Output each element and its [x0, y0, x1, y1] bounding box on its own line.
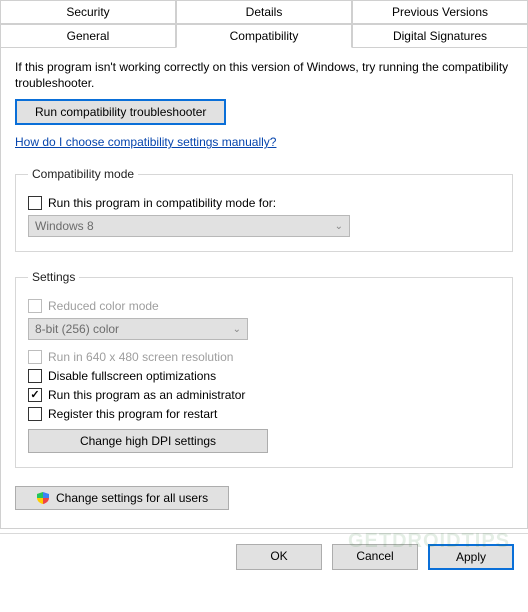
color-mode-select-value: 8-bit (256) color	[35, 322, 119, 336]
register-restart-checkbox[interactable]	[28, 407, 42, 421]
run-as-admin-label: Run this program as an administrator	[48, 388, 245, 402]
compat-mode-checkbox[interactable]	[28, 196, 42, 210]
tab-compatibility[interactable]: Compatibility	[176, 24, 352, 48]
run-troubleshooter-button[interactable]: Run compatibility troubleshooter	[15, 99, 226, 125]
dialog-footer: OK Cancel Apply	[0, 533, 528, 570]
intro-text: If this program isn't working correctly …	[15, 59, 513, 91]
reduced-color-checkbox	[28, 299, 42, 313]
tab-details[interactable]: Details	[176, 0, 352, 24]
run-640-label: Run in 640 x 480 screen resolution	[48, 350, 233, 364]
tab-strip: Security Details Previous Versions Gener…	[0, 0, 528, 48]
compat-mode-select-value: Windows 8	[35, 219, 94, 233]
ok-button[interactable]: OK	[236, 544, 322, 570]
cancel-button[interactable]: Cancel	[332, 544, 418, 570]
settings-legend: Settings	[28, 270, 79, 284]
compat-mode-select[interactable]: Windows 8 ⌄	[28, 215, 350, 237]
disable-fullscreen-label: Disable fullscreen optimizations	[48, 369, 216, 383]
compatibility-panel: If this program isn't working correctly …	[0, 47, 528, 529]
reduced-color-label: Reduced color mode	[48, 299, 159, 313]
change-all-users-label: Change settings for all users	[56, 491, 208, 505]
run-as-admin-checkbox[interactable]	[28, 388, 42, 402]
disable-fullscreen-checkbox[interactable]	[28, 369, 42, 383]
tab-general[interactable]: General	[0, 24, 176, 48]
change-dpi-button[interactable]: Change high DPI settings	[28, 429, 268, 453]
tab-security[interactable]: Security	[0, 0, 176, 24]
compat-mode-label: Run this program in compatibility mode f…	[48, 196, 276, 210]
color-mode-select: 8-bit (256) color ⌄	[28, 318, 248, 340]
help-link[interactable]: How do I choose compatibility settings m…	[15, 135, 276, 149]
tab-previous-versions[interactable]: Previous Versions	[352, 0, 528, 24]
shield-icon	[36, 491, 50, 505]
compatibility-mode-group: Compatibility mode Run this program in c…	[15, 167, 513, 252]
settings-group: Settings Reduced color mode 8-bit (256) …	[15, 270, 513, 468]
chevron-down-icon: ⌄	[335, 221, 343, 232]
tab-digital-signatures[interactable]: Digital Signatures	[352, 24, 528, 48]
run-640-checkbox	[28, 350, 42, 364]
register-restart-label: Register this program for restart	[48, 407, 217, 421]
chevron-down-icon: ⌄	[233, 324, 241, 335]
compat-mode-legend: Compatibility mode	[28, 167, 138, 181]
change-all-users-button[interactable]: Change settings for all users	[15, 486, 229, 510]
apply-button[interactable]: Apply	[428, 544, 514, 570]
